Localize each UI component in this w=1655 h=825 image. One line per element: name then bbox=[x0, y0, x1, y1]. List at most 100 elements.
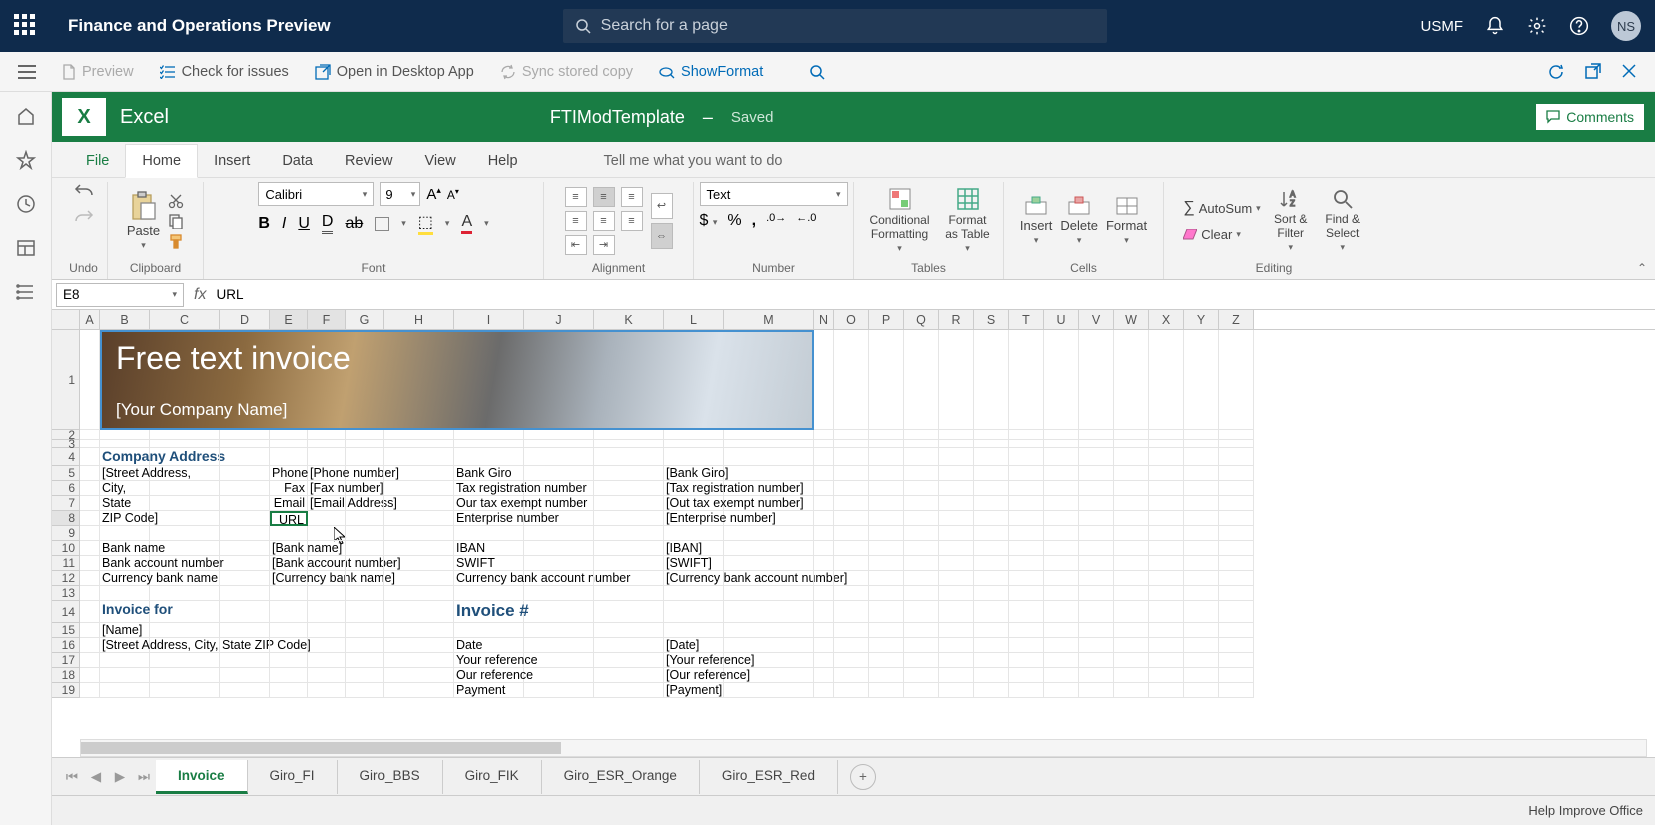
cell-Q15[interactable] bbox=[904, 623, 939, 638]
cell-J6[interactable] bbox=[524, 481, 594, 496]
cell-C7[interactable] bbox=[150, 496, 220, 511]
cell-Z5[interactable] bbox=[1219, 466, 1254, 481]
cell-K3[interactable] bbox=[594, 440, 664, 448]
row-header-11[interactable]: 11 bbox=[52, 556, 80, 571]
workspace-icon[interactable] bbox=[16, 238, 36, 258]
clear-button[interactable]: Clear ▾ bbox=[1183, 227, 1260, 242]
cell-A6[interactable] bbox=[80, 481, 100, 496]
cell-B5[interactable]: [Street Address, bbox=[100, 466, 150, 481]
cell-G18[interactable] bbox=[346, 668, 384, 683]
cell-T5[interactable] bbox=[1009, 466, 1044, 481]
cell-P8[interactable] bbox=[869, 511, 904, 526]
col-header-O[interactable]: O bbox=[834, 310, 869, 329]
cell-T16[interactable] bbox=[1009, 638, 1044, 653]
col-header-T[interactable]: T bbox=[1009, 310, 1044, 329]
cell-V5[interactable] bbox=[1079, 466, 1114, 481]
cell-R14[interactable] bbox=[939, 601, 974, 623]
nav-toggle-icon[interactable] bbox=[18, 65, 36, 79]
cell-Q13[interactable] bbox=[904, 586, 939, 601]
cell-I18[interactable]: Our reference bbox=[454, 668, 524, 683]
cell-E4[interactable] bbox=[270, 448, 308, 466]
cell-V4[interactable] bbox=[1079, 448, 1114, 466]
cell-H17[interactable] bbox=[384, 653, 454, 668]
cell-O13[interactable] bbox=[834, 586, 869, 601]
tab-data[interactable]: Data bbox=[266, 145, 329, 177]
cell-X17[interactable] bbox=[1149, 653, 1184, 668]
cell-C10[interactable] bbox=[150, 541, 220, 556]
cell-Q7[interactable] bbox=[904, 496, 939, 511]
row-header-12[interactable]: 12 bbox=[52, 571, 80, 586]
cell-G2[interactable] bbox=[346, 430, 384, 440]
cell-W10[interactable] bbox=[1114, 541, 1149, 556]
refresh-icon[interactable] bbox=[1547, 63, 1565, 81]
cell-B17[interactable] bbox=[100, 653, 150, 668]
cell-D12[interactable] bbox=[220, 571, 270, 586]
cell[interactable] bbox=[1009, 330, 1044, 430]
cell-B3[interactable] bbox=[100, 440, 150, 448]
col-header-Y[interactable]: Y bbox=[1184, 310, 1219, 329]
cell-F13[interactable] bbox=[308, 586, 346, 601]
cell-V11[interactable] bbox=[1079, 556, 1114, 571]
shrink-font-icon[interactable]: A▾ bbox=[447, 187, 459, 202]
cell-T7[interactable] bbox=[1009, 496, 1044, 511]
cell-E3[interactable] bbox=[270, 440, 308, 448]
cell-B7[interactable]: State bbox=[100, 496, 150, 511]
cell-K17[interactable] bbox=[594, 653, 664, 668]
cell-K2[interactable] bbox=[594, 430, 664, 440]
company-badge[interactable]: USMF bbox=[1421, 18, 1464, 35]
cell-V3[interactable] bbox=[1079, 440, 1114, 448]
cell-K12[interactable] bbox=[594, 571, 664, 586]
cell-N6[interactable] bbox=[814, 481, 834, 496]
cell-P12[interactable] bbox=[869, 571, 904, 586]
cell-S11[interactable] bbox=[974, 556, 1009, 571]
cell-A19[interactable] bbox=[80, 683, 100, 698]
cell-H2[interactable] bbox=[384, 430, 454, 440]
find-icon[interactable] bbox=[809, 64, 825, 80]
cell-U4[interactable] bbox=[1044, 448, 1079, 466]
inc-decimal-icon[interactable]: .0→ bbox=[766, 212, 786, 230]
cell-P9[interactable] bbox=[869, 526, 904, 541]
cell-E15[interactable] bbox=[270, 623, 308, 638]
cell-B13[interactable] bbox=[100, 586, 150, 601]
sheet-nav-prev-icon[interactable]: ◀ bbox=[84, 769, 108, 785]
cell-U19[interactable] bbox=[1044, 683, 1079, 698]
row-header-15[interactable]: 15 bbox=[52, 623, 80, 638]
cell-H18[interactable] bbox=[384, 668, 454, 683]
cell-Q16[interactable] bbox=[904, 638, 939, 653]
row-header-8[interactable]: 8 bbox=[52, 511, 80, 526]
cell-O19[interactable] bbox=[834, 683, 869, 698]
cell-R6[interactable] bbox=[939, 481, 974, 496]
cell-G4[interactable] bbox=[346, 448, 384, 466]
sheet-nav-next-icon[interactable]: ▶ bbox=[108, 769, 132, 785]
cell-I17[interactable]: Your reference bbox=[454, 653, 524, 668]
cell-V17[interactable] bbox=[1079, 653, 1114, 668]
cell-A13[interactable] bbox=[80, 586, 100, 601]
col-header-M[interactable]: M bbox=[724, 310, 814, 329]
cell-P11[interactable] bbox=[869, 556, 904, 571]
cell-F5[interactable]: [Phone number] bbox=[308, 466, 346, 481]
cell-N19[interactable] bbox=[814, 683, 834, 698]
cell-H5[interactable] bbox=[384, 466, 454, 481]
cell-M9[interactable] bbox=[724, 526, 814, 541]
cell-O10[interactable] bbox=[834, 541, 869, 556]
col-header-P[interactable]: P bbox=[869, 310, 904, 329]
cell[interactable] bbox=[1219, 330, 1254, 430]
col-header-C[interactable]: C bbox=[150, 310, 220, 329]
cell-Z9[interactable] bbox=[1219, 526, 1254, 541]
cell-G15[interactable] bbox=[346, 623, 384, 638]
cell-A7[interactable] bbox=[80, 496, 100, 511]
name-box[interactable]: E8▾ bbox=[56, 283, 184, 307]
fill-color-button[interactable]: ⬚ bbox=[418, 212, 433, 235]
cell-M15[interactable] bbox=[724, 623, 814, 638]
cell-D13[interactable] bbox=[220, 586, 270, 601]
cell-B6[interactable]: City, bbox=[100, 481, 150, 496]
preview-button[interactable]: Preview bbox=[62, 64, 134, 80]
cell-T12[interactable] bbox=[1009, 571, 1044, 586]
cell-X2[interactable] bbox=[1149, 430, 1184, 440]
cell-M2[interactable] bbox=[724, 430, 814, 440]
align-left-icon[interactable]: ≡ bbox=[565, 211, 587, 231]
cell-V7[interactable] bbox=[1079, 496, 1114, 511]
help-icon[interactable] bbox=[1569, 16, 1589, 36]
cell-N4[interactable] bbox=[814, 448, 834, 466]
font-size-select[interactable]: 9▾ bbox=[380, 182, 420, 206]
